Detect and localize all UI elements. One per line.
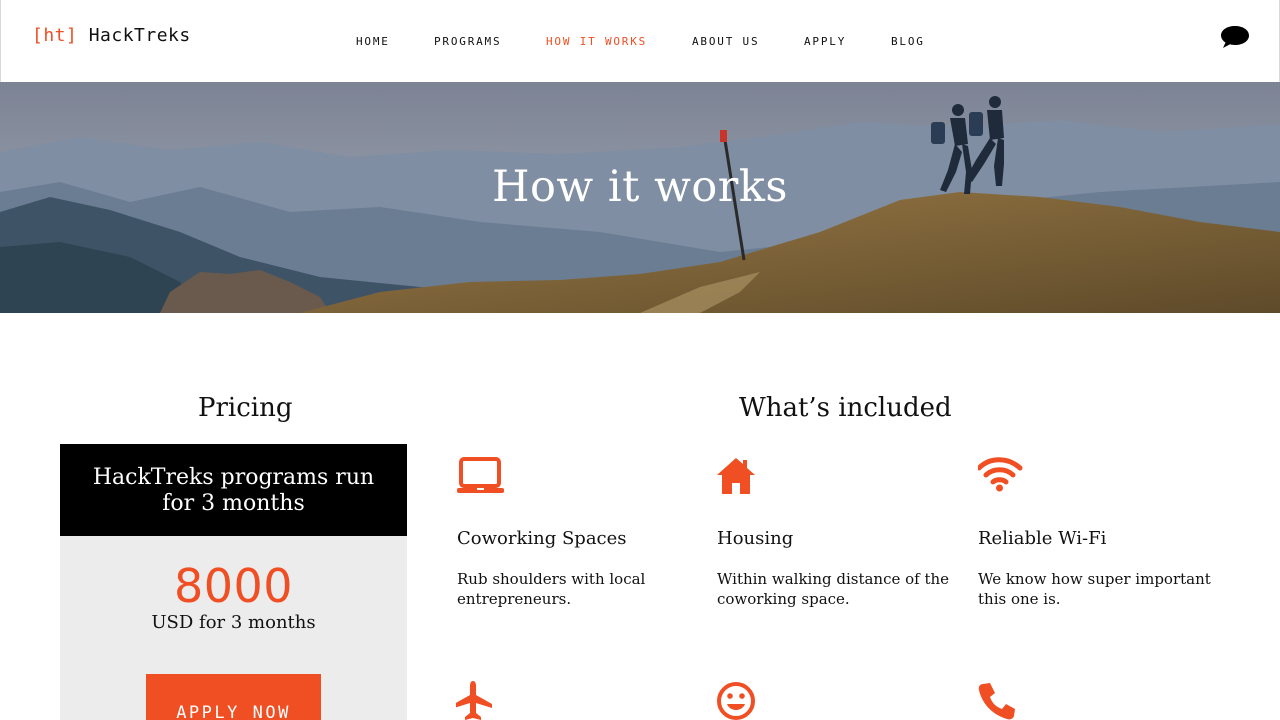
logo[interactable]: [ht] HackTreks	[32, 25, 191, 46]
pricing-title: Pricing	[198, 393, 293, 423]
pricing-headline: HackTreks programs run for 3 months	[60, 444, 407, 536]
price-amount: 8000	[173, 559, 294, 613]
nav-apply[interactable]: APPLY	[804, 35, 846, 48]
logo-mark: [ht]	[32, 25, 78, 46]
chat-bubble-icon[interactable]	[1220, 24, 1250, 50]
airplane-icon	[456, 681, 492, 720]
nav-blog[interactable]: BLOG	[891, 35, 925, 48]
included-title: What’s included	[739, 393, 952, 423]
feature-text: Within walking distance of the coworking…	[717, 570, 950, 608]
smiley-icon	[717, 682, 755, 720]
logo-text: HackTreks	[88, 25, 191, 46]
apply-now-button[interactable]: APPLY NOW	[146, 674, 321, 720]
feature-text: Rub shoulders with local entrepreneurs.	[457, 570, 646, 608]
nav-programs[interactable]: PROGRAMS	[434, 35, 501, 48]
hero-banner: How it works	[0, 82, 1280, 313]
nav-about-us[interactable]: ABOUT US	[692, 35, 759, 48]
feature-title: Reliable Wi-Fi	[978, 528, 1107, 549]
top-navigation: [ht] HackTreks HOME PROGRAMS HOW IT WORK…	[0, 0, 1280, 82]
nav-home[interactable]: HOME	[356, 35, 390, 48]
wifi-icon	[978, 457, 1023, 492]
page-title: How it works	[492, 162, 788, 212]
pricing-card: HackTreks programs run for 3 months 8000…	[60, 444, 407, 720]
house-icon	[717, 458, 755, 494]
feature-title: Coworking Spaces	[457, 528, 627, 549]
feature-text: We know how super important this one is.	[978, 570, 1211, 608]
phone-icon	[978, 683, 1015, 720]
nav-how-it-works[interactable]: HOW IT WORKS	[546, 35, 647, 48]
laptop-icon	[457, 457, 504, 493]
feature-title: Housing	[717, 528, 794, 549]
price-note: USD for 3 months	[151, 612, 316, 633]
